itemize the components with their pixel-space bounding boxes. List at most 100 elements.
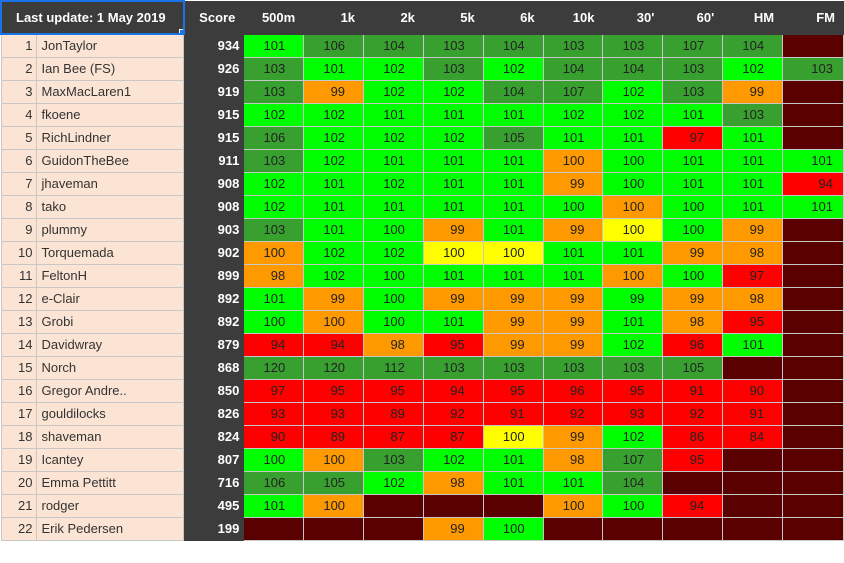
player-name-cell[interactable]: gouldilocks	[36, 401, 185, 426]
result-cell[interactable]: 99	[542, 309, 604, 334]
result-cell[interactable]: 104	[722, 33, 784, 58]
result-cell[interactable]: 103	[243, 79, 305, 104]
result-cell[interactable]: 100	[602, 171, 664, 196]
result-cell[interactable]: 100	[363, 309, 424, 334]
result-cell[interactable]: 102	[602, 79, 664, 104]
rank-cell[interactable]: 21	[0, 493, 38, 518]
result-cell[interactable]: 98	[722, 286, 784, 311]
result-cell[interactable]	[722, 516, 784, 541]
result-cell[interactable]: 100	[482, 516, 544, 541]
result-cell[interactable]: 103	[243, 217, 305, 242]
rank-cell[interactable]: 4	[0, 102, 38, 127]
result-cell[interactable]: 99	[722, 79, 784, 104]
result-cell[interactable]: 99	[303, 286, 365, 311]
rank-cell[interactable]: 7	[0, 171, 38, 196]
score-cell[interactable]: 826	[183, 401, 245, 426]
result-cell[interactable]	[782, 470, 844, 495]
player-name-cell[interactable]: GuidonTheBee	[36, 148, 185, 173]
result-cell[interactable]: 99	[542, 424, 604, 449]
result-cell[interactable]: 92	[662, 401, 724, 426]
result-cell[interactable]: 99	[303, 79, 365, 104]
result-cell[interactable]: 101	[243, 286, 305, 311]
rank-cell[interactable]: 9	[0, 217, 38, 242]
result-cell[interactable]: 101	[542, 125, 604, 150]
score-cell[interactable]: 915	[183, 125, 245, 150]
result-cell[interactable]: 106	[243, 125, 305, 150]
result-cell[interactable]: 100	[482, 240, 544, 265]
score-cell[interactable]: 716	[183, 470, 245, 495]
result-cell[interactable]: 102	[363, 79, 424, 104]
result-cell[interactable]: 94	[662, 493, 724, 518]
result-cell[interactable]: 102	[422, 447, 484, 472]
player-name-cell[interactable]: fkoene	[36, 102, 185, 127]
result-cell[interactable]: 95	[303, 378, 365, 403]
result-cell[interactable]: 107	[602, 447, 664, 472]
result-cell[interactable]: 100	[482, 424, 544, 449]
result-cell[interactable]: 101	[662, 102, 724, 127]
result-cell[interactable]: 112	[363, 355, 424, 380]
result-cell[interactable]: 102	[722, 56, 784, 81]
score-cell[interactable]: 892	[183, 286, 245, 311]
result-cell[interactable]: 100	[662, 263, 724, 288]
result-cell[interactable]: 90	[243, 424, 305, 449]
column-header-5k[interactable]: 5k	[422, 0, 484, 35]
player-name-cell[interactable]: Davidwray	[36, 332, 185, 357]
result-cell[interactable]: 120	[303, 355, 365, 380]
result-cell[interactable]: 102	[542, 102, 604, 127]
result-cell[interactable]: 101	[722, 148, 784, 173]
result-cell[interactable]	[662, 516, 724, 541]
result-cell[interactable]	[782, 286, 844, 311]
result-cell[interactable]: 103	[722, 102, 784, 127]
result-cell[interactable]	[782, 263, 844, 288]
score-cell[interactable]: 902	[183, 240, 245, 265]
result-cell[interactable]: 93	[602, 401, 664, 426]
result-cell[interactable]: 99	[602, 286, 664, 311]
result-cell[interactable]: 104	[542, 56, 604, 81]
result-cell[interactable]: 103	[422, 33, 484, 58]
result-cell[interactable]: 103	[422, 355, 484, 380]
result-cell[interactable]: 97	[243, 378, 305, 403]
result-cell[interactable]	[542, 516, 604, 541]
result-cell[interactable]: 101	[662, 171, 724, 196]
result-cell[interactable]: 107	[542, 79, 604, 104]
rank-cell[interactable]: 10	[0, 240, 38, 265]
score-cell[interactable]: 908	[183, 171, 245, 196]
result-cell[interactable]: 104	[602, 470, 664, 495]
result-cell[interactable]: 100	[243, 240, 305, 265]
column-header-500m[interactable]: 500m	[243, 0, 305, 35]
result-cell[interactable]: 101	[363, 148, 424, 173]
player-name-cell[interactable]: jhaveman	[36, 171, 185, 196]
result-cell[interactable]: 101	[542, 470, 604, 495]
result-cell[interactable]: 103	[662, 56, 724, 81]
result-cell[interactable]: 106	[303, 33, 365, 58]
result-cell[interactable]: 103	[243, 148, 305, 173]
result-cell[interactable]: 104	[363, 33, 424, 58]
result-cell[interactable]	[722, 355, 784, 380]
score-cell[interactable]: 850	[183, 378, 245, 403]
result-cell[interactable]: 101	[482, 217, 544, 242]
result-cell[interactable]: 93	[243, 401, 305, 426]
player-name-cell[interactable]: plummy	[36, 217, 185, 242]
result-cell[interactable]: 100	[602, 493, 664, 518]
result-cell[interactable]: 95	[422, 332, 484, 357]
result-cell[interactable]: 92	[422, 401, 484, 426]
result-cell[interactable]: 101	[722, 194, 784, 219]
result-cell[interactable]: 89	[363, 401, 424, 426]
player-name-cell[interactable]: MaxMacLaren1	[36, 79, 185, 104]
score-cell[interactable]: 926	[183, 56, 245, 81]
score-cell[interactable]: 899	[183, 263, 245, 288]
result-cell[interactable]: 94	[422, 378, 484, 403]
result-cell[interactable]: 101	[482, 148, 544, 173]
result-cell[interactable]: 102	[303, 102, 365, 127]
result-cell[interactable]	[722, 447, 784, 472]
result-cell[interactable]: 95	[722, 309, 784, 334]
result-cell[interactable]: 100	[303, 309, 365, 334]
column-header-60min[interactable]: 60'	[662, 0, 724, 35]
result-cell[interactable]	[782, 447, 844, 472]
column-header-30min[interactable]: 30'	[602, 0, 664, 35]
rank-cell[interactable]: 1	[0, 33, 38, 58]
player-name-cell[interactable]: Erik Pedersen	[36, 516, 185, 541]
result-cell[interactable]: 103	[782, 56, 844, 81]
score-cell[interactable]: 199	[183, 516, 245, 541]
rank-cell[interactable]: 2	[0, 56, 38, 81]
